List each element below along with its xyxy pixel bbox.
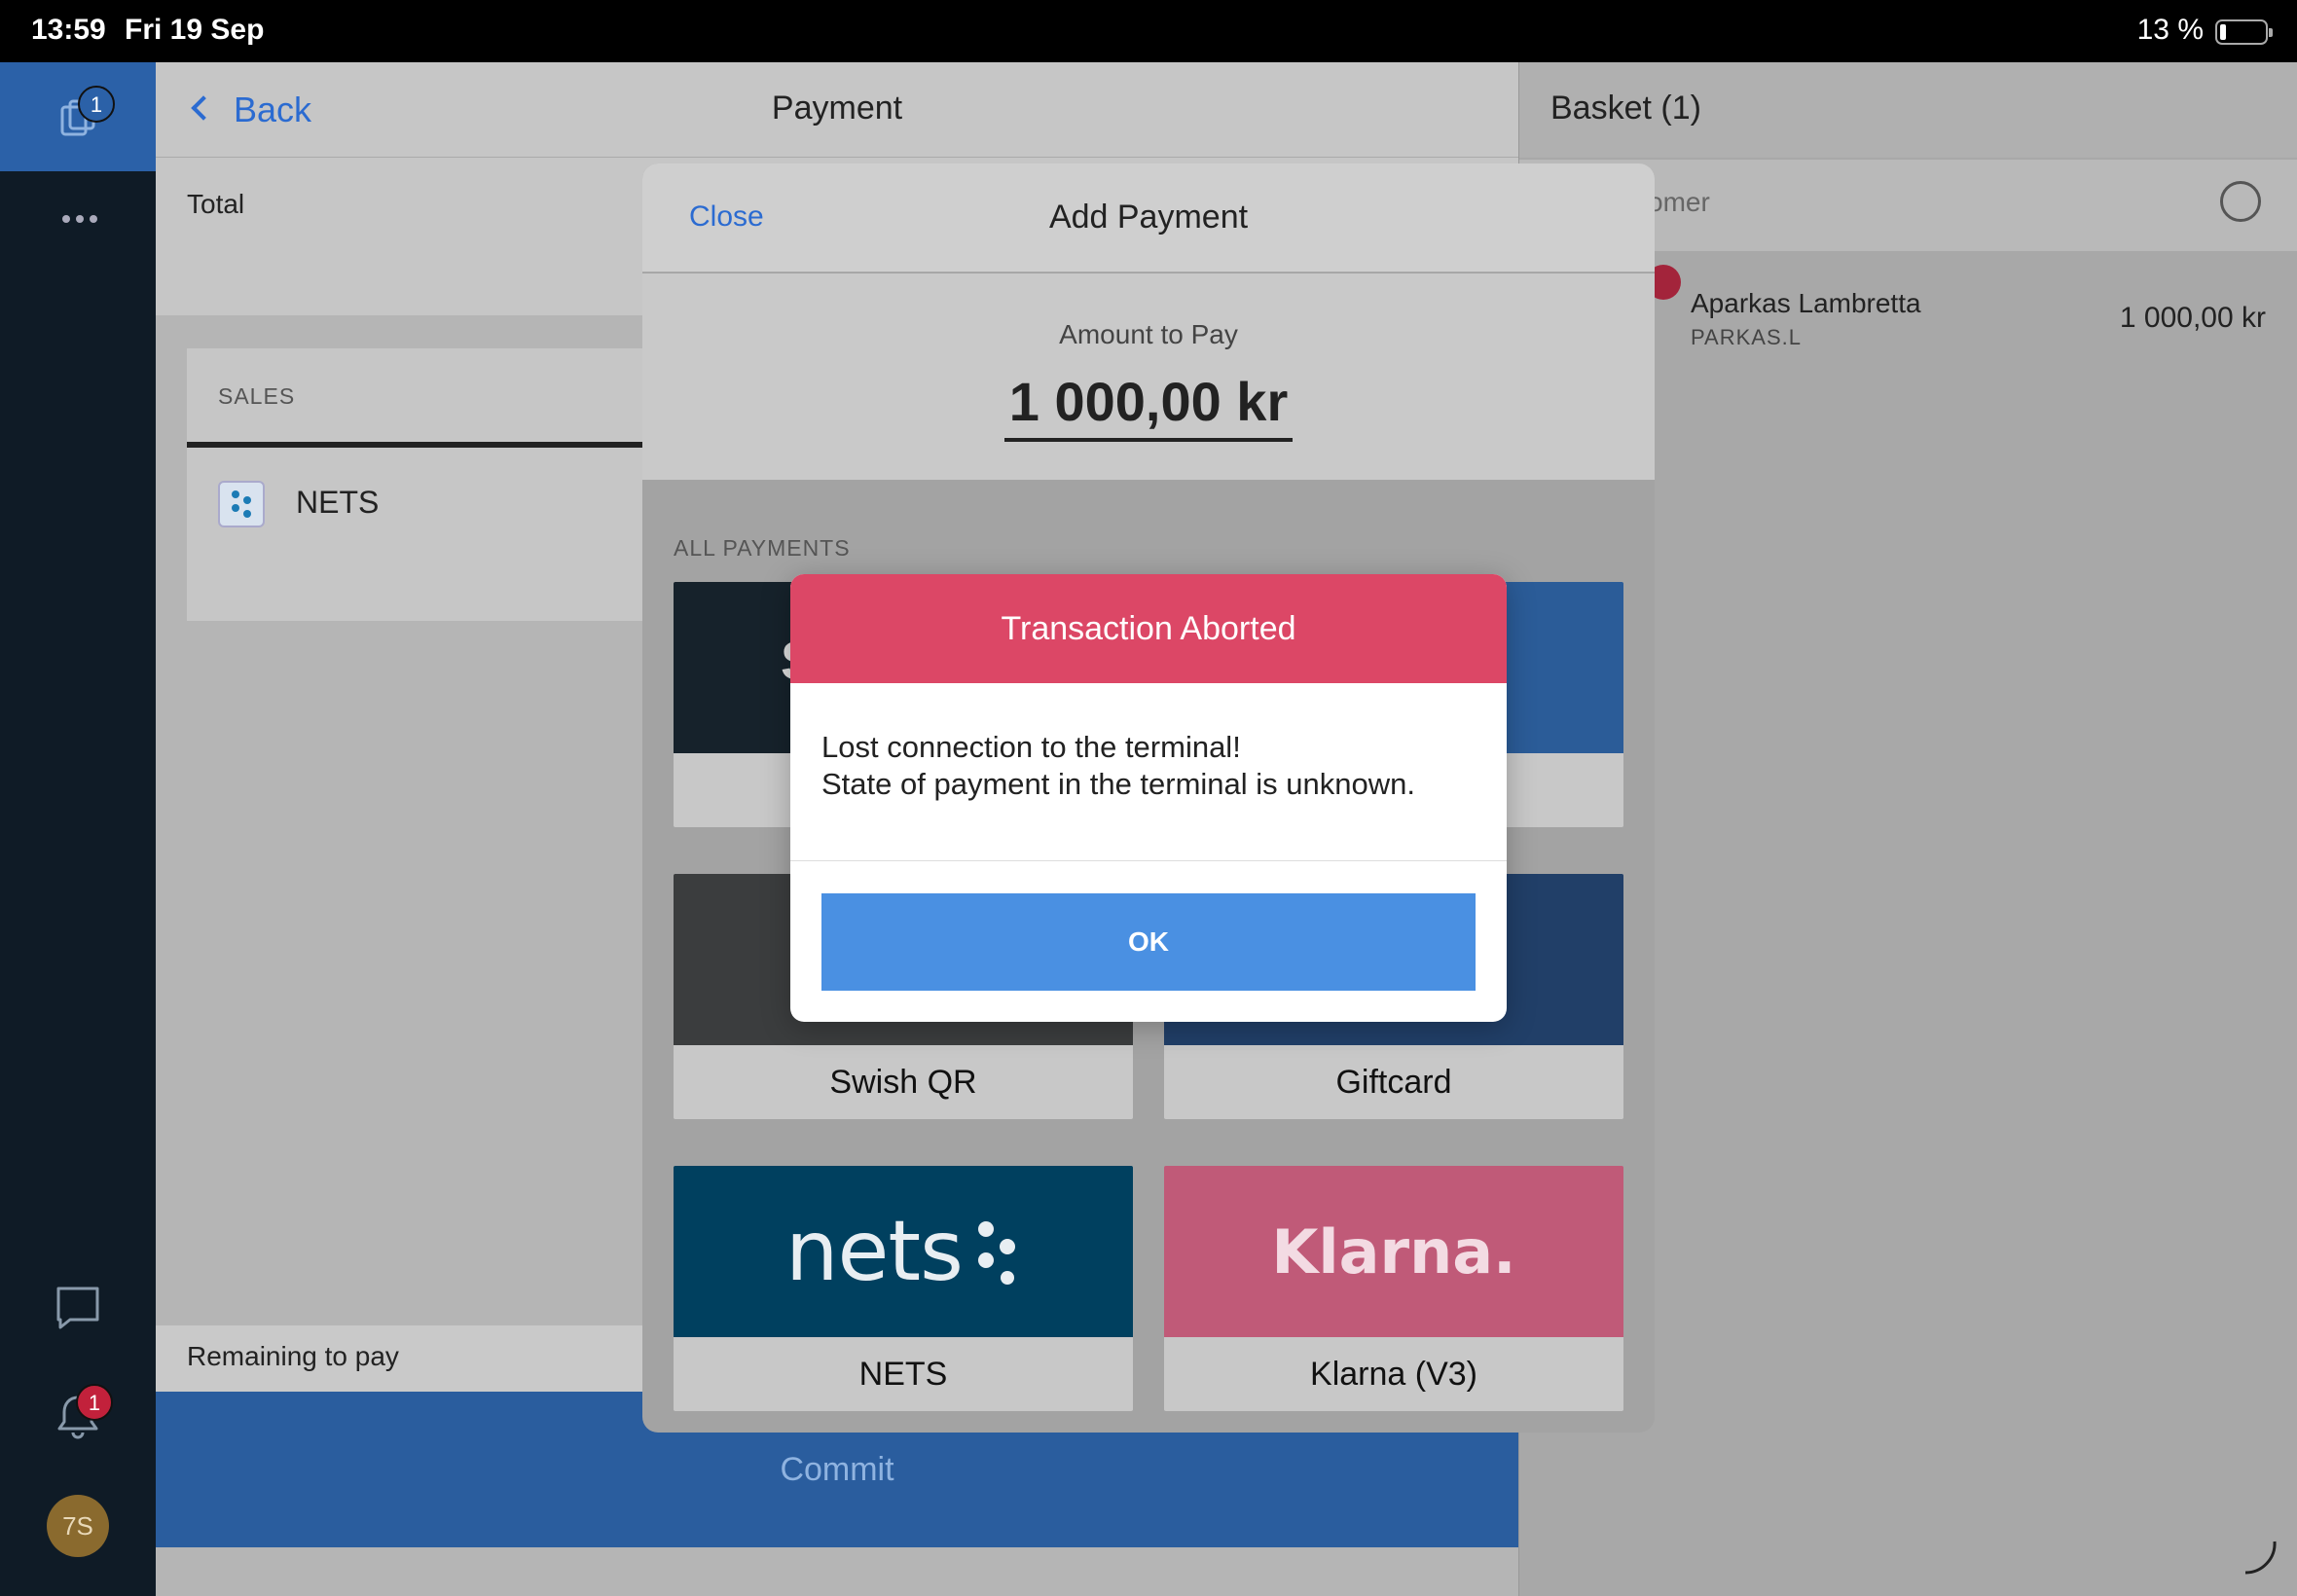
transaction-aborted-alert: Transaction Aborted Lost connection to t…: [790, 574, 1507, 1022]
battery-icon: [2215, 19, 2273, 45]
modal-title: Add Payment: [1048, 199, 1249, 236]
alert-title: Transaction Aborted: [790, 574, 1507, 683]
notifications-badge: 1: [76, 1384, 113, 1421]
basket-item-name[interactable]: Aparkas Lambretta: [1691, 288, 1921, 319]
page-title: Payment: [771, 90, 903, 127]
alert-message-line1: Lost connection to the terminal!: [821, 730, 1241, 764]
customer-field[interactable]: omer: [1648, 187, 1710, 218]
basket-badge: 1: [78, 86, 115, 123]
payment-tile-nets[interactable]: nets NETS: [674, 1166, 1133, 1411]
basket-item-sku: PARKAS.L: [1691, 325, 1802, 349]
payment-tile-klarna[interactable]: Klarna. Klarna (V3): [1164, 1166, 1623, 1411]
alert-divider: [790, 860, 1507, 861]
battery-percent: 13 %: [2136, 14, 2204, 46]
klarna-label: Klarna (V3): [1164, 1337, 1623, 1411]
nets-payment-icon: [218, 481, 265, 527]
alert-message-line2: State of payment in the terminal is unkn…: [821, 767, 1415, 801]
avatar[interactable]: 7S: [47, 1495, 109, 1557]
side-rail: 1 1 7S: [0, 62, 156, 1596]
status-bar: 13:59 Fri 19 Sep 13 %: [0, 0, 2297, 62]
giftcard-label: Giftcard: [1164, 1045, 1623, 1119]
basket-item-price: 1 000,00 kr: [2119, 302, 2266, 334]
all-payments-label: ALL PAYMENTS: [674, 535, 851, 561]
amount-input[interactable]: 1 000,00 kr: [642, 370, 1655, 433]
klarna-logo: Klarna.: [1271, 1215, 1516, 1288]
chat-icon[interactable]: [53, 1283, 103, 1333]
nets-label: NETS: [674, 1337, 1133, 1411]
more-icon[interactable]: [60, 212, 99, 226]
nets-logo: nets: [674, 1166, 1133, 1337]
date: Fri 19 Sep: [125, 14, 265, 46]
sales-tab[interactable]: SALES: [218, 383, 295, 410]
total-label: Total: [187, 189, 245, 219]
spinner-icon: [2244, 1541, 2277, 1575]
basket-title: Basket (1): [1550, 90, 1701, 127]
user-icon[interactable]: [2220, 181, 2261, 222]
remaining-label: Remaining to pay: [187, 1341, 399, 1371]
payment-row-nets[interactable]: NETS: [296, 485, 379, 521]
clock: 13:59: [31, 14, 106, 46]
nets-dots-icon: [977, 1221, 1015, 1285]
amount-underline: [1004, 438, 1293, 442]
swish-qr-label: Swish QR: [674, 1045, 1133, 1119]
amount-label: Amount to Pay: [1059, 319, 1238, 349]
ok-button[interactable]: OK: [821, 893, 1476, 991]
basket-nav-button[interactable]: 1: [0, 62, 156, 171]
